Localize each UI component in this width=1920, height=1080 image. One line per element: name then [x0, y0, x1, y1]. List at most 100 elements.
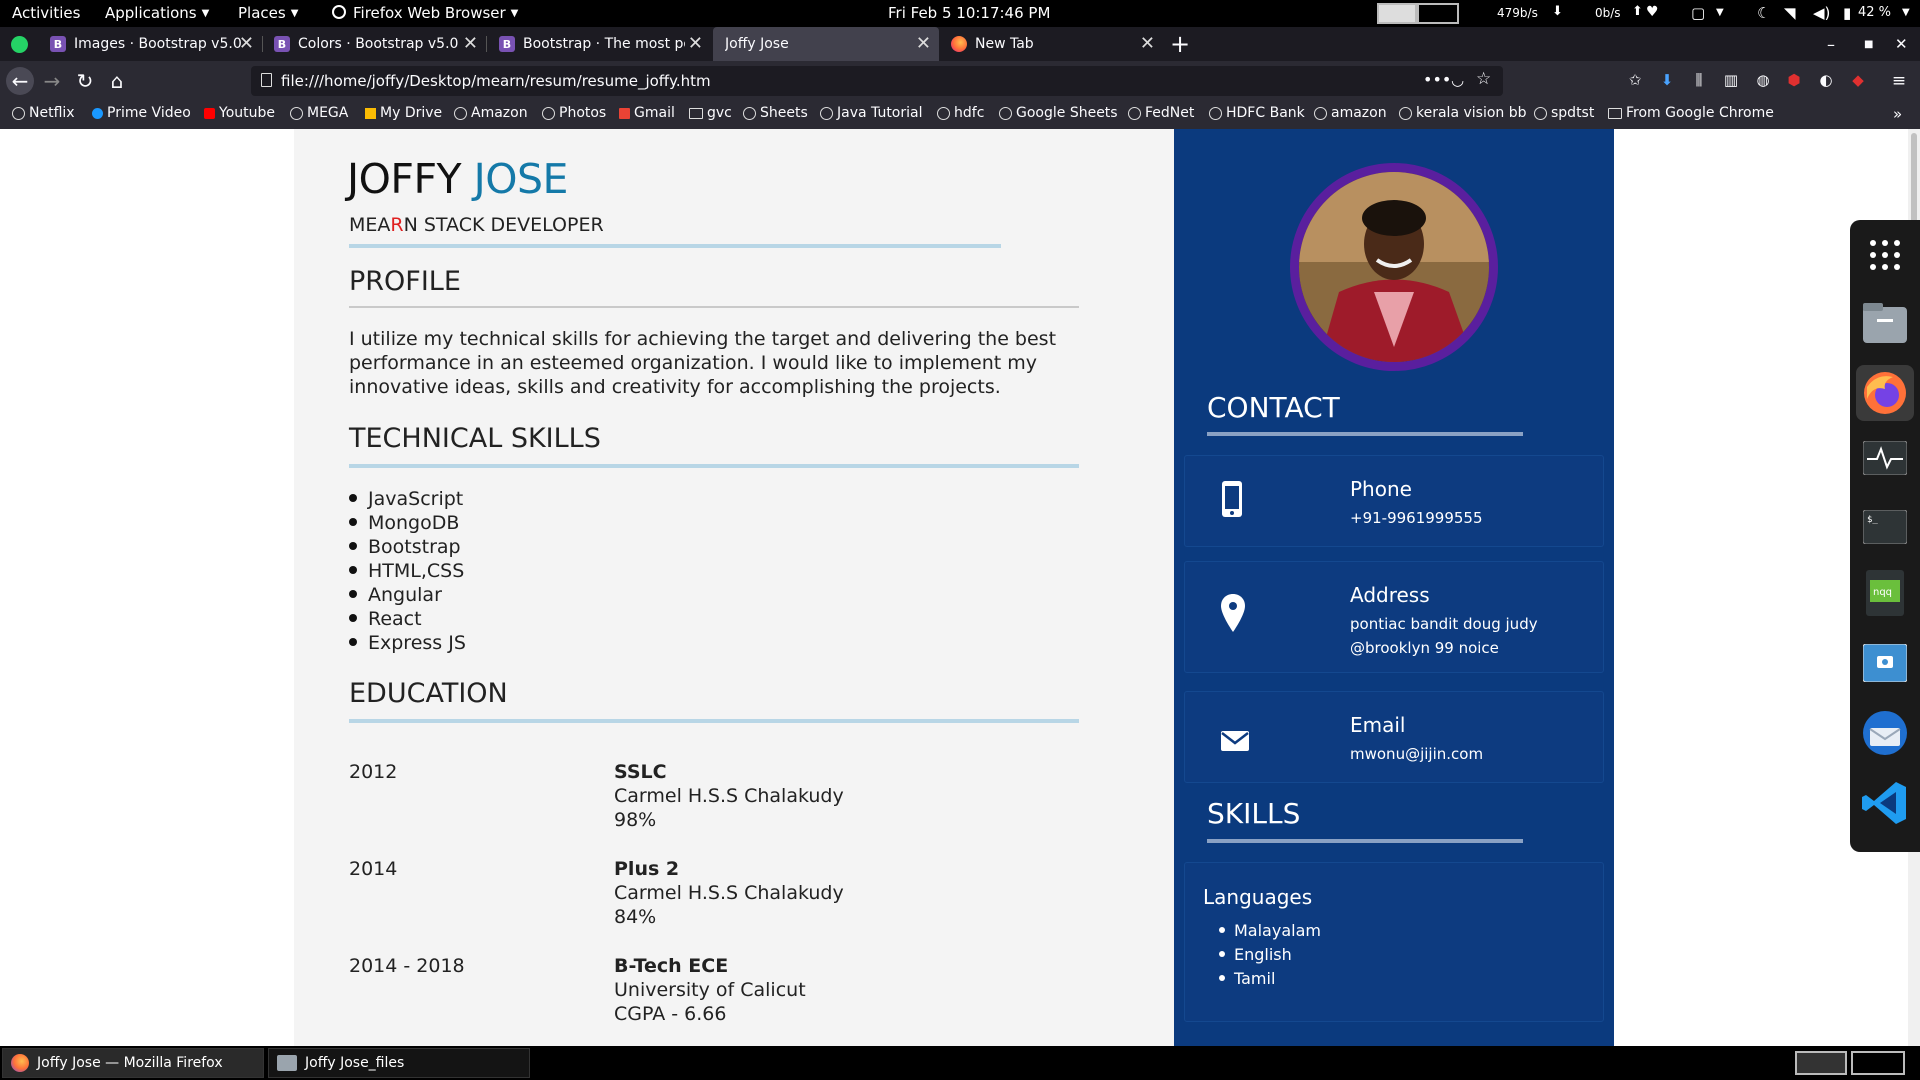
caret-down-icon[interactable]: ▼ — [1902, 7, 1910, 18]
extension-dark-icon[interactable]: ◐ — [1816, 71, 1836, 91]
whatsapp-pinned-tab[interactable] — [4, 27, 34, 61]
bookmark-star-icon[interactable]: ☆ — [1476, 69, 1491, 89]
dock-thunderbird[interactable] — [1862, 710, 1908, 756]
workspace-2[interactable] — [1417, 3, 1459, 24]
bookmark-sheets[interactable]: Sheets — [743, 105, 808, 121]
back-button[interactable]: ← — [6, 67, 34, 95]
taskbar-firefox-window[interactable]: Joffy Jose — Mozilla Firefox — [2, 1048, 264, 1078]
extension-red-icon[interactable]: ◆ — [1848, 71, 1868, 91]
role-highlight: R — [390, 214, 404, 236]
sidebar-icon[interactable]: ▥ — [1721, 71, 1741, 91]
reload-button[interactable]: ↻ — [71, 67, 99, 95]
bookmark-youtube[interactable]: Youtube — [204, 105, 275, 121]
battery-icon[interactable]: ▮ — [1843, 4, 1851, 22]
bookmark-gvc[interactable]: gvc — [689, 105, 732, 121]
bookmark-folder-chrome[interactable]: From Google Chrome — [1608, 105, 1774, 121]
bookmarks-overflow-icon[interactable]: » — [1893, 105, 1902, 123]
svg-text:$_: $_ — [1867, 515, 1878, 525]
hamburger-menu-icon[interactable]: ≡ — [1889, 71, 1909, 91]
bookmark-java-tutorial[interactable]: Java Tutorial — [820, 105, 923, 121]
close-tab-icon[interactable]: ✕ — [916, 33, 931, 54]
extension-icon[interactable]: ✩ — [1625, 71, 1645, 91]
dock-system-monitor[interactable] — [1862, 435, 1908, 481]
dock-screenshot[interactable] — [1862, 640, 1908, 686]
close-tab-icon[interactable]: ✕ — [688, 33, 703, 54]
last-name: JOSE — [473, 155, 569, 203]
volume-icon[interactable]: ◀) — [1813, 4, 1830, 22]
profile-photo — [1290, 163, 1498, 371]
dock-files[interactable] — [1862, 300, 1908, 346]
bookmark-google-sheets[interactable]: Google Sheets — [999, 105, 1118, 121]
globe-icon — [1209, 106, 1222, 120]
clipboard-icon[interactable]: ▢ — [1691, 4, 1705, 22]
firefox-icon — [951, 36, 967, 52]
wifi-icon[interactable]: ◥ — [1784, 4, 1796, 22]
page-actions-icon[interactable]: ••• — [1423, 70, 1451, 89]
app-menu[interactable]: Firefox Web Browser ▼ — [332, 4, 518, 22]
tab-joffy-jose[interactable]: Joffy Jose ✕ — [713, 27, 939, 61]
forward-button[interactable]: → — [38, 67, 66, 95]
bookmark-my-drive[interactable]: My Drive — [365, 105, 442, 121]
tab-bootstrap-home[interactable]: B Bootstrap · The most po ✕ — [489, 27, 711, 61]
library-icon[interactable]: ⫼ — [1689, 71, 1709, 91]
dock-terminal[interactable]: $_ — [1862, 504, 1908, 550]
bootstrap-icon: B — [274, 36, 290, 52]
email-value: mwonu@jijin.com — [1350, 745, 1484, 763]
bookmark-photos[interactable]: Photos — [542, 105, 606, 121]
bookmark-mega[interactable]: MEGA — [290, 105, 348, 121]
workspace-switcher-2[interactable] — [1851, 1051, 1905, 1075]
bookmark-amazon-2[interactable]: amazon — [1314, 105, 1387, 121]
languages-card: Languages Malayalam English Tamil — [1184, 862, 1604, 1022]
maximize-window-icon[interactable]: ■ — [1864, 27, 1873, 61]
tab-images-bootstrap[interactable]: B Images · Bootstrap v5.0 ✕ — [40, 27, 263, 61]
camera-icon — [1863, 644, 1907, 682]
new-tab-button[interactable]: + — [1170, 27, 1194, 61]
caret-down-icon[interactable]: ▼ — [1716, 7, 1724, 18]
workspace-1[interactable] — [1377, 3, 1417, 24]
clock[interactable]: Fri Feb 5 10:17:46 PM — [888, 4, 1050, 22]
bookmark-hdfc[interactable]: hdfc — [937, 105, 984, 121]
dock-vscode[interactable] — [1862, 780, 1908, 826]
dock-firefox[interactable] — [1856, 365, 1914, 421]
applications-menu[interactable]: Applications ▼ — [105, 4, 209, 22]
bookmark-prime-video[interactable]: Prime Video — [92, 105, 191, 121]
activities-button[interactable]: Activities — [12, 4, 80, 22]
globe-icon — [454, 106, 467, 120]
bookmark-kerala-vision[interactable]: kerala vision bb — [1399, 105, 1527, 121]
arrow-down-icon: ⬇ — [1552, 4, 1563, 19]
close-tab-icon[interactable]: ✕ — [1140, 33, 1155, 54]
firefox-icon — [11, 1054, 29, 1072]
extension-mask-icon[interactable]: ◍ — [1753, 71, 1773, 91]
url-text[interactable]: file:///home/joffy/Desktop/mearn/resum/r… — [281, 72, 711, 90]
download-icon[interactable]: ⬇ — [1657, 71, 1677, 91]
bookmark-gmail[interactable]: Gmail — [619, 105, 675, 121]
address-line: @brooklyn 99 noice — [1350, 639, 1499, 657]
tab-colors-bootstrap[interactable]: B Colors · Bootstrap v5.0 ✕ — [264, 27, 487, 61]
arrow-up-icon: ⬆ — [1632, 4, 1643, 19]
bookmark-netflix[interactable]: Netflix — [12, 105, 75, 121]
bookmark-spdtst[interactable]: spdtst — [1534, 105, 1594, 121]
taskbar-files-window[interactable]: Joffy Jose_files — [268, 1048, 530, 1078]
url-bar[interactable]: file:///home/joffy/Desktop/mearn/resum/r… — [251, 66, 1503, 96]
close-tab-icon[interactable]: ✕ — [239, 33, 254, 54]
show-apps-button[interactable] — [1862, 232, 1908, 278]
heart-icon[interactable]: ♥ — [1646, 4, 1659, 20]
bookmark-amazon[interactable]: Amazon — [454, 105, 528, 121]
tab-new-tab[interactable]: New Tab ✕ — [941, 27, 1163, 61]
pocket-icon[interactable]: ◡ — [1451, 71, 1464, 89]
bookmark-label: From Google Chrome — [1626, 105, 1774, 121]
role-part: MEA — [349, 214, 391, 236]
bookmarks-toolbar: Netflix Prime Video Youtube MEGA My Driv… — [0, 101, 1920, 129]
workspace-switcher-1[interactable] — [1795, 1051, 1847, 1075]
places-menu[interactable]: Places ▼ — [238, 4, 298, 22]
bookmark-hdfc-bank[interactable]: HDFC Bank — [1209, 105, 1305, 121]
ublock-icon[interactable]: ⬢ — [1784, 71, 1804, 91]
caret-down-icon: ▼ — [290, 8, 299, 19]
tab-title: Colors · Bootstrap v5.0 — [298, 36, 459, 52]
minimize-window-icon[interactable]: – — [1827, 27, 1835, 61]
bookmark-fednet[interactable]: FedNet — [1128, 105, 1194, 121]
close-tab-icon[interactable]: ✕ — [463, 33, 478, 54]
home-button[interactable]: ⌂ — [103, 67, 131, 95]
dock-notepadqq[interactable]: nqq — [1862, 570, 1908, 616]
close-window-icon[interactable]: ✕ — [1895, 27, 1908, 61]
